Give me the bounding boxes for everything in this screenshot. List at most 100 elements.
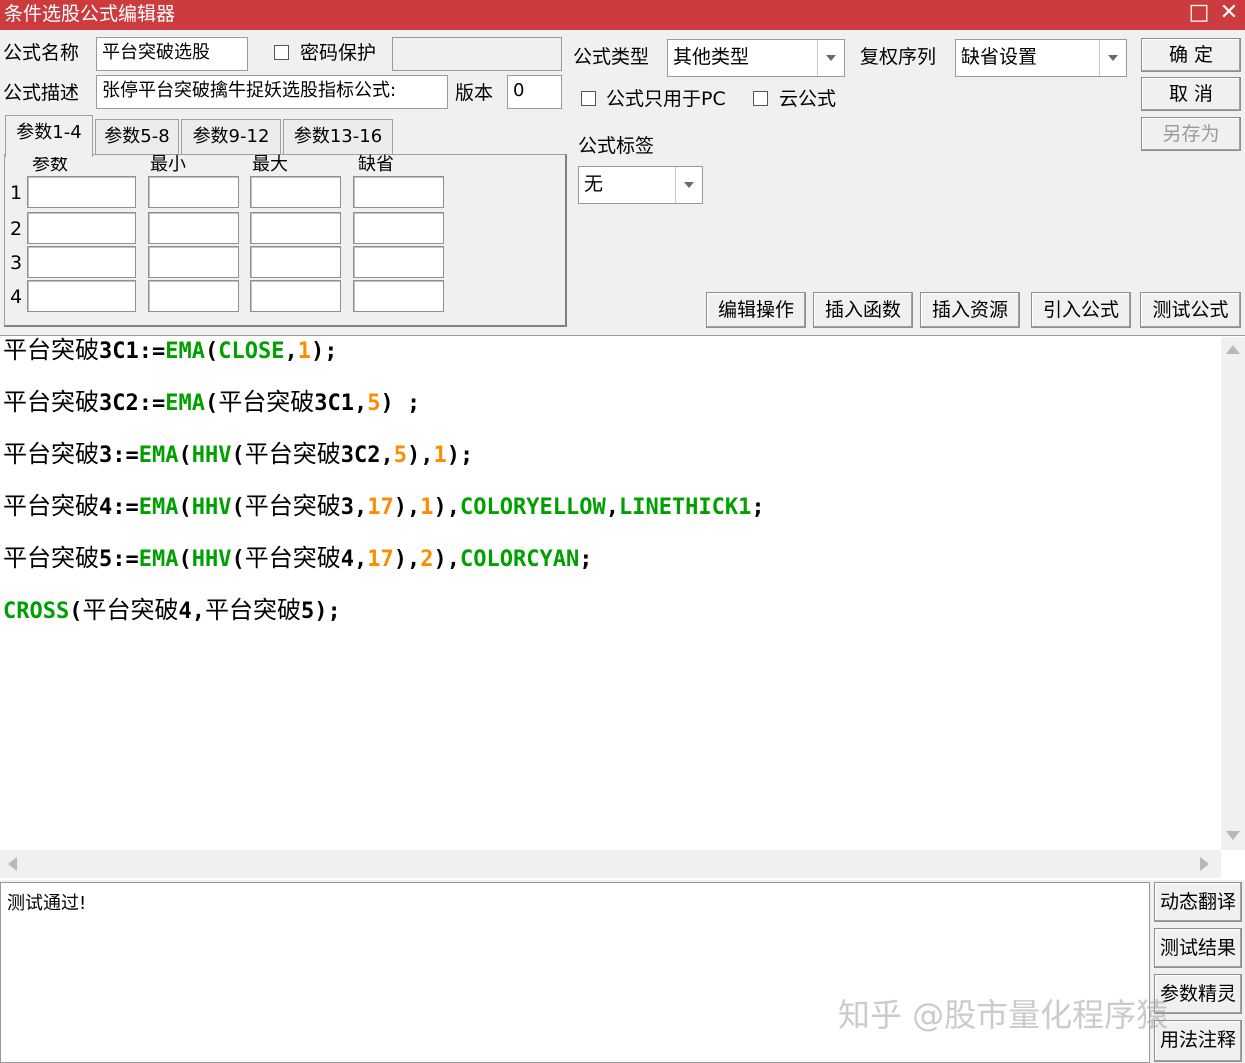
formula-desc-input[interactable]: 张停平台突破擒牛捉妖选股指标公式: [96,75,448,109]
param-min-input[interactable] [148,212,239,244]
param-name-input[interactable] [27,246,136,278]
code-token: 平台突破 [3,544,99,572]
rights-label: 复权序列 [860,46,937,68]
watermark-text: 知乎 @股市量化程序猿 [838,996,1169,1034]
code-token: 平台突破 [3,336,99,364]
code-token: ( [178,443,192,468]
code-token: ( [69,599,83,624]
param-min-input[interactable] [148,176,239,208]
tab-params-9-12[interactable]: 参数9-12 [181,119,281,155]
formula-type-label: 公式类型 [573,46,650,68]
code-token: ( [231,495,245,520]
import-formula-button[interactable]: 引入公式 [1031,292,1131,328]
code-token: EMA [138,495,179,520]
code-token: 1 [420,495,434,520]
code-token: ( [204,339,219,364]
cloud-checkbox[interactable] [753,91,768,106]
scroll-down-icon[interactable] [1226,831,1240,840]
code-token: ; [751,495,765,520]
insert-resource-button[interactable]: 插入资源 [920,292,1020,328]
formula-name-input[interactable]: 平台突破选股 [96,37,248,71]
pc-only-label: 公式只用于PC [606,88,726,110]
code-token: ( [231,443,245,468]
chevron-down-icon[interactable] [1099,40,1126,76]
param-name-input[interactable] [27,176,136,208]
code-token: 平台突破 [3,492,99,520]
code-token: CROSS [3,599,70,624]
formula-tag-value: 无 [584,173,604,195]
code-line[interactable]: CROSS(平台突破4,平台突破5); [3,597,341,625]
vertical-scrollbar[interactable] [1221,337,1245,850]
code-line[interactable]: 平台突破4:=EMA(HHV(平台突破3,17),1),COLORYELLOW,… [3,493,765,521]
formula-name-label: 公式名称 [3,42,80,64]
maximize-button[interactable]: □ [1185,0,1213,28]
param-default-input[interactable] [353,280,444,312]
code-token: 1 [297,339,311,364]
cancel-button[interactable]: 取 消 [1141,77,1241,111]
param-min-input[interactable] [148,280,239,312]
ok-button[interactable]: 确 定 [1141,38,1241,72]
code-line[interactable]: 平台突破5:=EMA(HHV(平台突破4,17),2),COLORCYAN; [3,545,592,573]
rights-value: 缺省设置 [961,46,1038,68]
code-token: ( [204,391,219,416]
code-token: ( [178,495,192,520]
dynamic-translate-button[interactable]: 动态翻译 [1154,882,1242,922]
version-input[interactable]: 0 [507,75,562,109]
test-result-button[interactable]: 测试结果 [1154,928,1242,968]
code-editor[interactable]: 平台突破3C1:=EMA(CLOSE,1); 平台突破3C2:=EMA(平台突破3… [0,335,1245,880]
code-token: 1 [433,443,447,468]
chevron-down-icon[interactable] [817,40,844,76]
param-name-input[interactable] [27,212,136,244]
scroll-right-icon[interactable] [1200,857,1209,871]
test-formula-button[interactable]: 测试公式 [1140,292,1241,328]
param-name-input[interactable] [27,280,136,312]
code-token: LINETHICK1 [618,495,752,520]
code-line[interactable]: 平台突破3C2:=EMA(平台突破3C1,5) ; [3,389,420,417]
code-token: ) ; [380,391,421,416]
pc-only-checkbox[interactable] [581,91,596,106]
password-checkbox[interactable] [274,45,289,60]
password-input[interactable] [392,37,562,71]
chevron-down-icon[interactable] [675,167,702,203]
code-token: HHV [191,495,232,520]
code-token: HHV [191,547,232,572]
scroll-up-icon[interactable] [1226,345,1240,354]
param-max-input[interactable] [250,212,341,244]
code-token: 3C2:= [99,391,166,416]
close-button[interactable]: ✕ [1215,0,1243,28]
version-label: 版本 [455,82,494,104]
code-token: 5 [367,391,381,416]
code-token: 平台突破 [244,440,341,468]
param-min-input[interactable] [148,246,239,278]
tab-params-5-8[interactable]: 参数5-8 [95,119,179,155]
param-max-input[interactable] [250,246,341,278]
code-line[interactable]: 平台突破3C1:=EMA(CLOSE,1); [3,337,337,365]
param-default-input[interactable] [353,246,444,278]
code-token: 4, [340,547,368,572]
code-token: EMA [138,443,179,468]
code-token: ), [406,443,434,468]
insert-function-button[interactable]: 插入函数 [813,292,913,328]
save-as-button[interactable]: 另存为 [1141,117,1241,151]
horizontal-scrollbar[interactable] [0,850,1221,878]
rights-select[interactable]: 缺省设置 [955,39,1127,77]
code-token: 4, [178,599,205,624]
code-token: 平台突破 [3,440,99,468]
code-token: COLORYELLOW [460,495,606,520]
code-token: 平台突破 [218,388,315,416]
formula-tag-select[interactable]: 无 [578,166,703,204]
code-token: ), [433,495,461,520]
tab-params-13-16[interactable]: 参数13-16 [283,119,393,155]
param-default-input[interactable] [353,212,444,244]
code-line[interactable]: 平台突破3:=EMA(HHV(平台突破3C2,5),1); [3,441,473,469]
param-default-input[interactable] [353,176,444,208]
edit-operation-button[interactable]: 编辑操作 [706,292,806,328]
code-token: 平台突破 [244,544,341,572]
param-max-input[interactable] [250,280,341,312]
scroll-left-icon[interactable] [8,857,17,871]
code-token: 平台突破 [82,596,179,624]
formula-type-select[interactable]: 其他类型 [667,39,845,77]
param-max-input[interactable] [250,176,341,208]
tab-params-1-4[interactable]: 参数1-4 [5,115,93,157]
code-token: ( [231,547,245,572]
